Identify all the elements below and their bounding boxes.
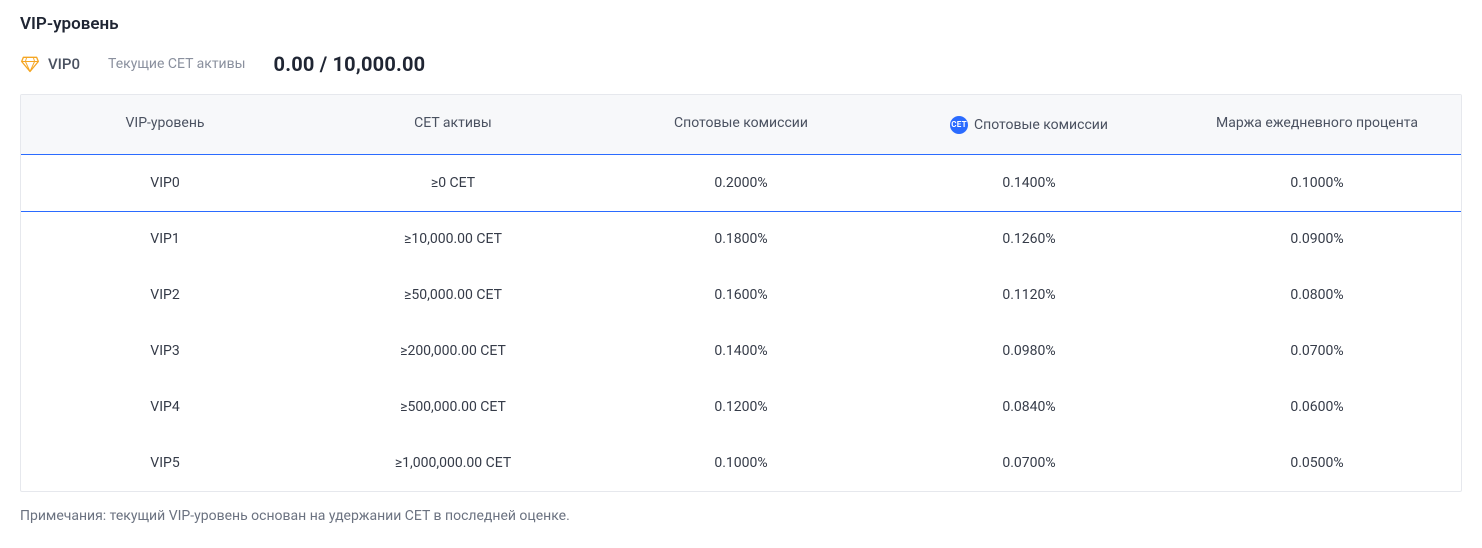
cell-margin-daily: 0.0700% bbox=[1173, 323, 1461, 379]
cell-level: VIP2 bbox=[21, 267, 309, 323]
cell-margin-daily: 0.0500% bbox=[1173, 435, 1461, 491]
col-header-cet-assets: CET активы bbox=[309, 95, 597, 154]
page-title: VIP-уровень bbox=[20, 14, 1462, 34]
cell-spot-fee-cet: 0.1400% bbox=[885, 155, 1173, 211]
cell-margin-daily: 0.0900% bbox=[1173, 211, 1461, 267]
cell-spot-fee: 0.1000% bbox=[597, 435, 885, 491]
cell-spot-fee: 0.1200% bbox=[597, 379, 885, 435]
cell-spot-fee-cet: 0.0700% bbox=[885, 435, 1173, 491]
cell-level: VIP3 bbox=[21, 323, 309, 379]
diamond-icon bbox=[20, 54, 40, 74]
assets-label: Текущие CET активы bbox=[108, 56, 245, 72]
footnote: Примечания: текущий VIP-уровень основан … bbox=[20, 508, 1462, 524]
cell-spot-fee-cet: 0.1120% bbox=[885, 267, 1173, 323]
table-row: VIP3≥200,000.00 CET0.1400%0.0980%0.0700% bbox=[21, 323, 1461, 379]
col-header-spot-fee: Спотовые комиссии bbox=[597, 95, 885, 154]
cell-level: VIP1 bbox=[21, 211, 309, 267]
col-header-margin-daily: Маржа ежедневного процента bbox=[1173, 95, 1461, 154]
cell-cet-assets: ≥200,000.00 CET bbox=[309, 323, 597, 379]
cell-margin-daily: 0.0600% bbox=[1173, 379, 1461, 435]
assets-value: 0.00 / 10,000.00 bbox=[274, 52, 426, 76]
cell-margin-daily: 0.1000% bbox=[1173, 155, 1461, 211]
cell-spot-fee: 0.1600% bbox=[597, 267, 885, 323]
cell-level: VIP0 bbox=[21, 155, 309, 211]
table-row: VIP5≥1,000,000.00 CET0.1000%0.0700%0.050… bbox=[21, 435, 1461, 491]
cell-cet-assets: ≥10,000.00 CET bbox=[309, 211, 597, 267]
status-row: VIP0 Текущие CET активы 0.00 / 10,000.00 bbox=[20, 52, 1462, 76]
table-row: VIP1≥10,000.00 CET0.1800%0.1260%0.0900% bbox=[21, 211, 1461, 267]
cell-spot-fee: 0.2000% bbox=[597, 155, 885, 211]
table-row: VIP2≥50,000.00 CET0.1600%0.1120%0.0800% bbox=[21, 267, 1461, 323]
table-row: VIP4≥500,000.00 CET0.1200%0.0840%0.0600% bbox=[21, 379, 1461, 435]
cell-cet-assets: ≥50,000.00 CET bbox=[309, 267, 597, 323]
cell-margin-daily: 0.0800% bbox=[1173, 267, 1461, 323]
cell-spot-fee-cet: 0.0980% bbox=[885, 323, 1173, 379]
col-header-spot-fee-cet: CET Спотовые комиссии bbox=[885, 95, 1173, 154]
cell-level: VIP5 bbox=[21, 435, 309, 491]
cell-spot-fee-cet: 0.1260% bbox=[885, 211, 1173, 267]
table-body: VIP0≥0 CET0.2000%0.1400%0.1000%VIP1≥10,0… bbox=[21, 154, 1461, 491]
cell-level: VIP4 bbox=[21, 379, 309, 435]
table-header-row: VIP-уровень CET активы Спотовые комиссии… bbox=[21, 95, 1461, 155]
col-header-spot-fee-cet-label: Спотовые комиссии bbox=[974, 117, 1108, 133]
cell-cet-assets: ≥1,000,000.00 CET bbox=[309, 435, 597, 491]
cell-spot-fee-cet: 0.0840% bbox=[885, 379, 1173, 435]
vip-table: VIP-уровень CET активы Спотовые комиссии… bbox=[20, 94, 1462, 492]
current-vip-badge: VIP0 bbox=[20, 54, 80, 74]
cell-spot-fee: 0.1800% bbox=[597, 211, 885, 267]
col-header-level: VIP-уровень bbox=[21, 95, 309, 154]
current-vip-level: VIP0 bbox=[48, 55, 80, 73]
cell-spot-fee: 0.1400% bbox=[597, 323, 885, 379]
cet-token-icon: CET bbox=[950, 116, 968, 134]
cell-cet-assets: ≥0 CET bbox=[309, 155, 597, 211]
cell-cet-assets: ≥500,000.00 CET bbox=[309, 379, 597, 435]
table-row: VIP0≥0 CET0.2000%0.1400%0.1000% bbox=[20, 154, 1462, 212]
